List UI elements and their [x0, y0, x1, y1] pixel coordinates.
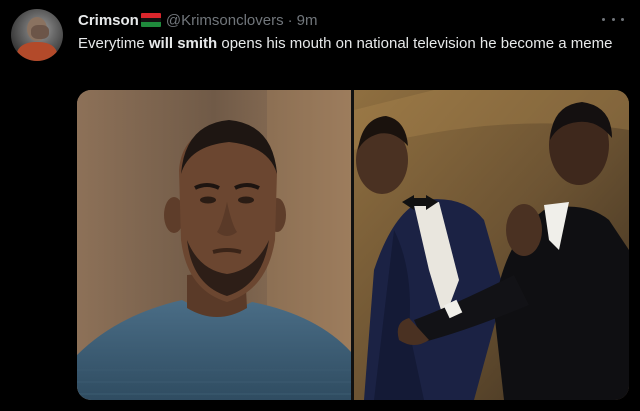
- avatar-shirt: [17, 42, 57, 61]
- tweet[interactable]: Crimson @Krimsonclovers · 9m Everytime w…: [0, 0, 640, 411]
- tweet-text-part2: opens his mouth on national television h…: [217, 35, 613, 52]
- user-handle[interactable]: @Krimsonclovers: [166, 12, 284, 29]
- media-container[interactable]: [77, 90, 629, 400]
- tweet-header: Crimson @Krimsonclovers · 9m: [78, 10, 317, 30]
- flag-icon: [140, 13, 161, 27]
- separator: ·: [287, 11, 293, 29]
- photo-left-illustration: [77, 90, 351, 400]
- tweet-text-bold: will smith: [148, 35, 218, 52]
- more-options-icon[interactable]: [602, 10, 624, 28]
- tweet-text-part1: Everytime: [78, 35, 149, 52]
- photo-right[interactable]: [354, 90, 629, 400]
- display-name[interactable]: Crimson: [78, 12, 139, 29]
- timestamp[interactable]: 9m: [297, 12, 318, 29]
- photo-left[interactable]: [77, 90, 351, 400]
- photo-right-illustration: [354, 90, 629, 400]
- avatar[interactable]: [11, 9, 63, 61]
- tweet-text: Everytime will smith opens his mouth on …: [78, 34, 623, 54]
- avatar-hand: [31, 25, 49, 39]
